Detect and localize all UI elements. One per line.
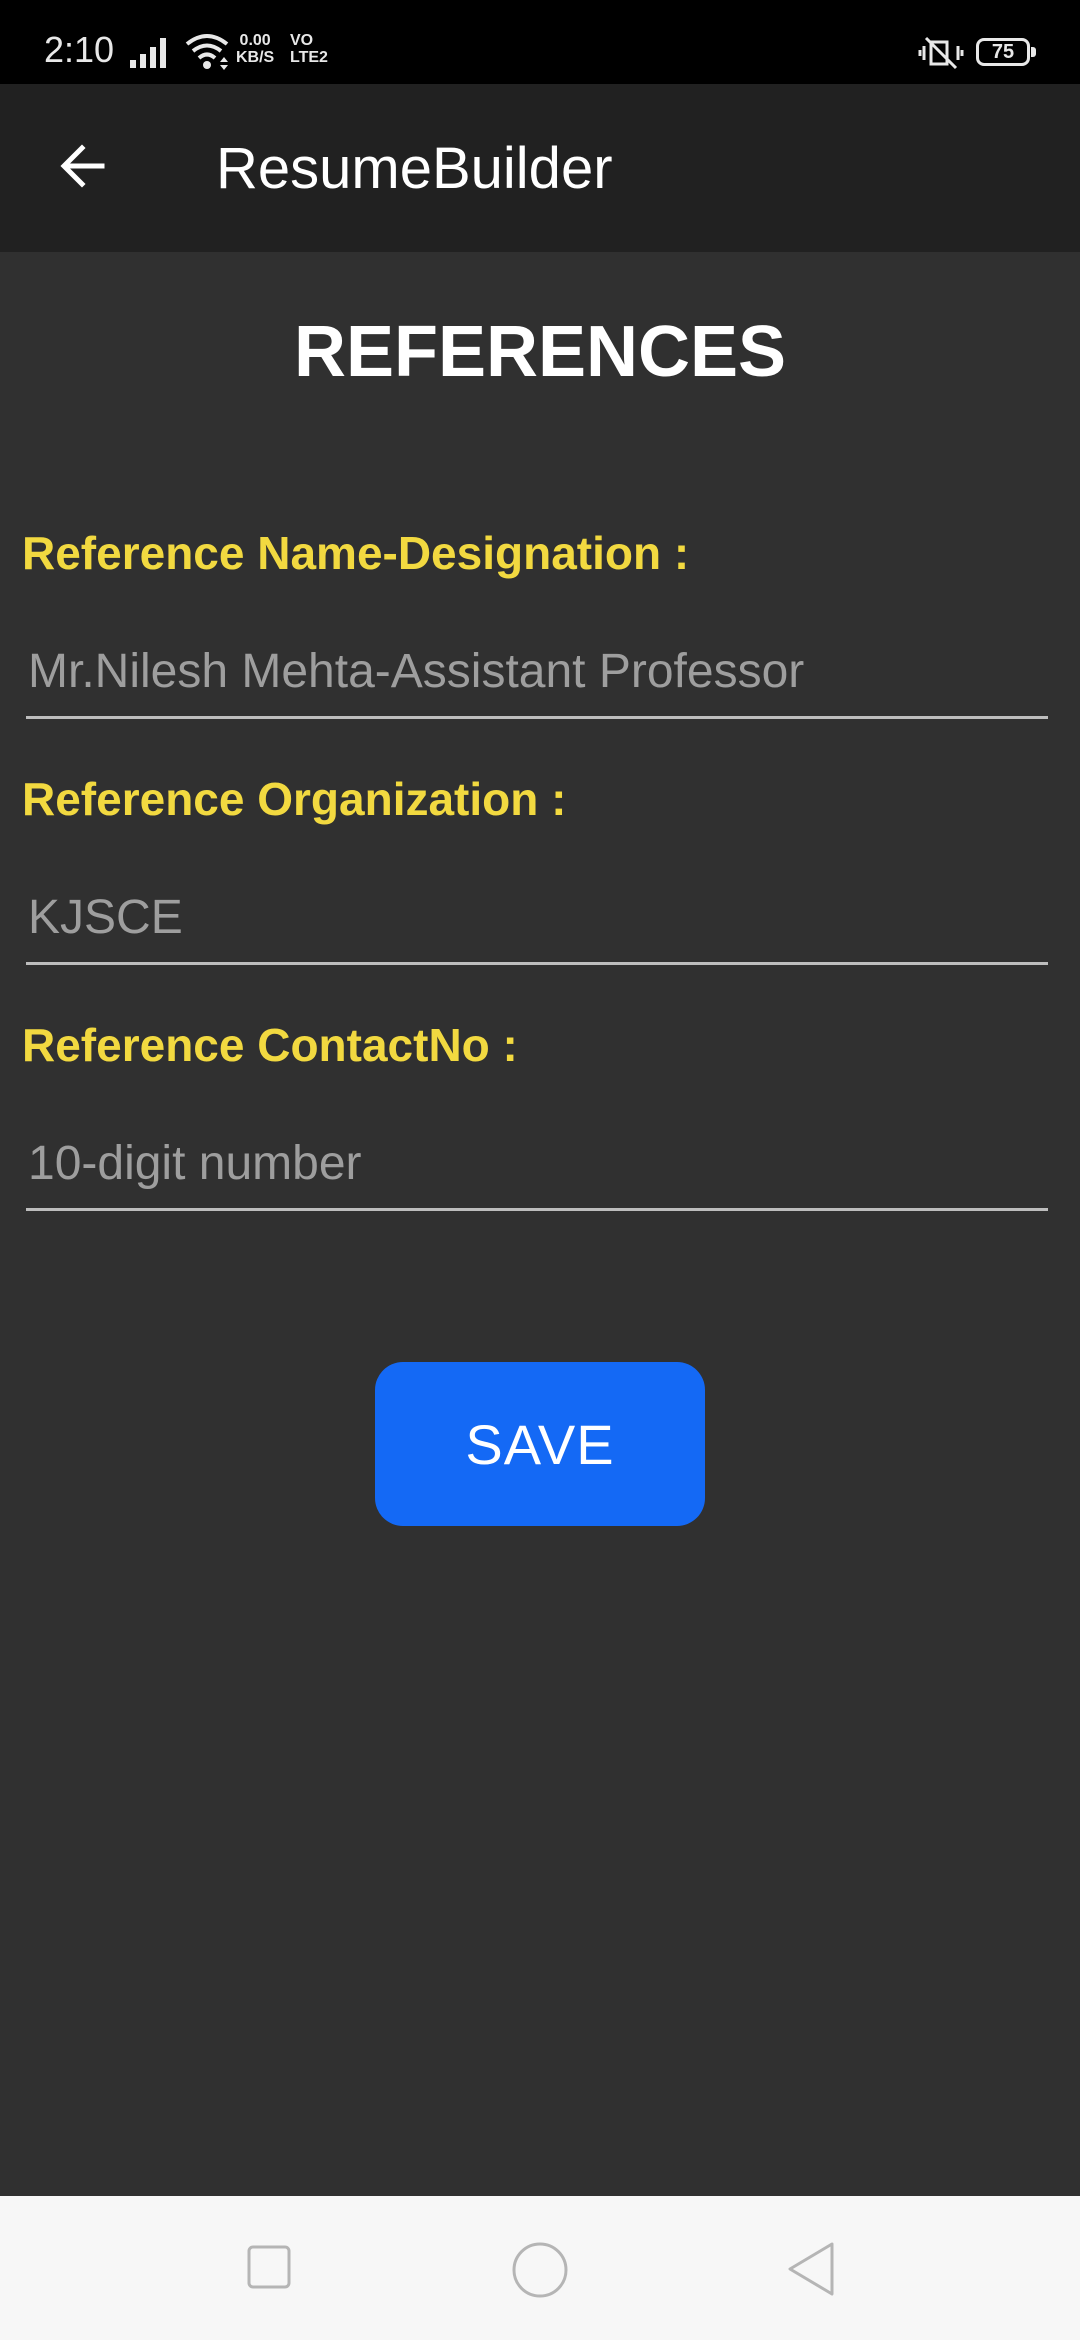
reference-contact-input[interactable] bbox=[26, 1128, 1048, 1211]
home-icon[interactable] bbox=[510, 2240, 570, 2300]
navigation-bar bbox=[0, 2196, 1080, 2340]
app-title: ResumeBuilder bbox=[216, 136, 613, 201]
battery-indicator: 75 bbox=[976, 38, 1030, 66]
reference-name-label: Reference Name-Designation : bbox=[22, 527, 690, 579]
status-time: 2:10 bbox=[44, 29, 115, 70]
status-bar: 2:10 0.00 KB/S VO LTE2 75 bbox=[0, 0, 1080, 84]
app-bar: ResumeBuilder bbox=[0, 84, 1080, 252]
volte-line2: LTE2 bbox=[290, 49, 328, 66]
back-arrow-icon[interactable] bbox=[50, 132, 118, 200]
net-speed-unit: KB/S bbox=[236, 49, 275, 66]
save-button[interactable]: SAVE bbox=[375, 1362, 705, 1526]
battery-tip bbox=[1031, 47, 1036, 57]
reference-organization-input[interactable] bbox=[26, 882, 1048, 965]
net-speed: 0.00 KB/S bbox=[236, 32, 274, 66]
wifi-icon bbox=[185, 34, 229, 70]
reference-name-input[interactable] bbox=[26, 636, 1048, 719]
mute-icon bbox=[918, 36, 964, 70]
reference-organization-label: Reference Organization : bbox=[22, 773, 567, 825]
nav-back-icon[interactable] bbox=[784, 2240, 838, 2298]
signal-icon bbox=[130, 38, 166, 68]
recents-icon[interactable] bbox=[246, 2244, 292, 2290]
reference-contact-label: Reference ContactNo : bbox=[22, 1019, 518, 1071]
net-speed-value: 0.00 bbox=[239, 32, 271, 49]
volte-line1: VO bbox=[290, 32, 314, 49]
volte-indicator: VO LTE2 bbox=[290, 32, 328, 66]
page-title: REFERENCES bbox=[293, 312, 787, 392]
